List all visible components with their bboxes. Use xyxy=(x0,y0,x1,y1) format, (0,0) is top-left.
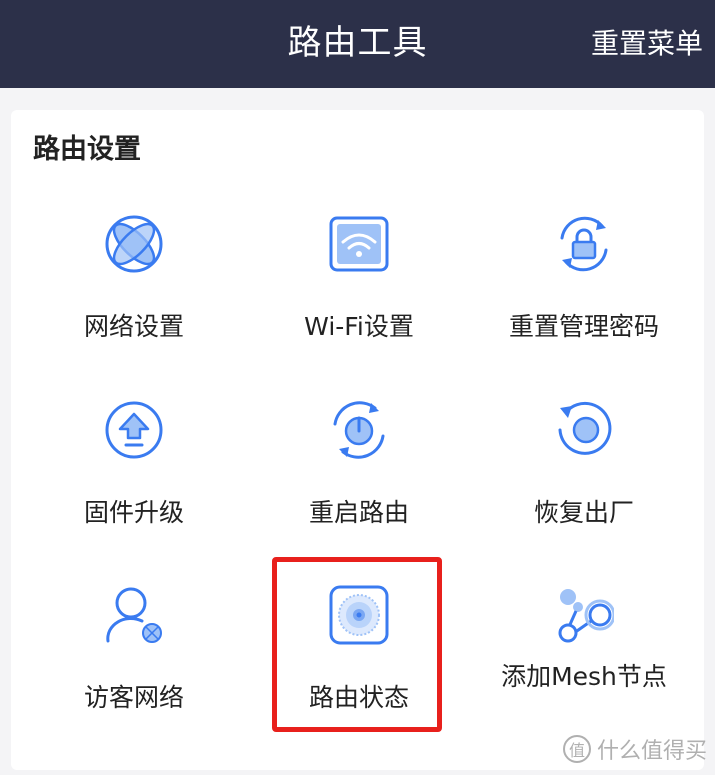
tile-guest-network[interactable]: 访客网络 xyxy=(19,585,249,765)
tile-label: Wi-Fi设置 xyxy=(304,312,414,341)
section-title: 路由设置 xyxy=(33,134,141,165)
tile-label: 访客网络 xyxy=(83,683,184,712)
tile-label: 重启路由 xyxy=(308,498,409,527)
tile-network-settings[interactable]: 网络设置 xyxy=(19,214,249,394)
tile-label: 路由状态 xyxy=(308,683,409,712)
tile-label: 恢复出厂 xyxy=(533,498,634,527)
network-globe-icon xyxy=(105,215,163,273)
tile-label: 添加Mesh节点 xyxy=(501,662,667,691)
router-settings-card: 路由设置 网络设置 Wi-Fi设置 重置管理密码 固件升级 重启路由 恢复出厂 … xyxy=(11,110,704,770)
reset-password-lock-icon xyxy=(560,216,608,272)
factory-reset-icon xyxy=(558,401,612,455)
watermark-logo-icon: 值 xyxy=(562,735,591,763)
watermark-text: 什么值得买 xyxy=(596,739,707,764)
guest-user-icon xyxy=(106,587,162,643)
tile-router-status[interactable]: 路由状态 xyxy=(244,585,474,765)
watermark: 值 什么值得买 xyxy=(562,733,707,765)
wifi-icon xyxy=(329,216,389,272)
tile-label: 固件升级 xyxy=(83,498,184,527)
firmware-upgrade-icon xyxy=(105,401,163,459)
router-status-icon xyxy=(329,585,389,645)
tile-label: 网络设置 xyxy=(83,312,184,341)
tile-wifi-settings[interactable]: Wi-Fi设置 xyxy=(244,214,474,394)
power-restart-icon xyxy=(333,401,385,459)
tile-label: 重置管理密码 xyxy=(508,312,659,341)
mesh-node-icon xyxy=(558,589,614,643)
tile-firmware-upgrade[interactable]: 固件升级 xyxy=(19,400,249,580)
tile-reset-admin-password[interactable]: 重置管理密码 xyxy=(469,214,699,394)
reset-menu-button[interactable]: 重置菜单 xyxy=(591,24,703,64)
tile-factory-reset[interactable]: 恢复出厂 xyxy=(469,400,699,580)
app-header: 路由工具 重置菜单 xyxy=(0,0,715,88)
tile-restart-router[interactable]: 重启路由 xyxy=(244,400,474,580)
